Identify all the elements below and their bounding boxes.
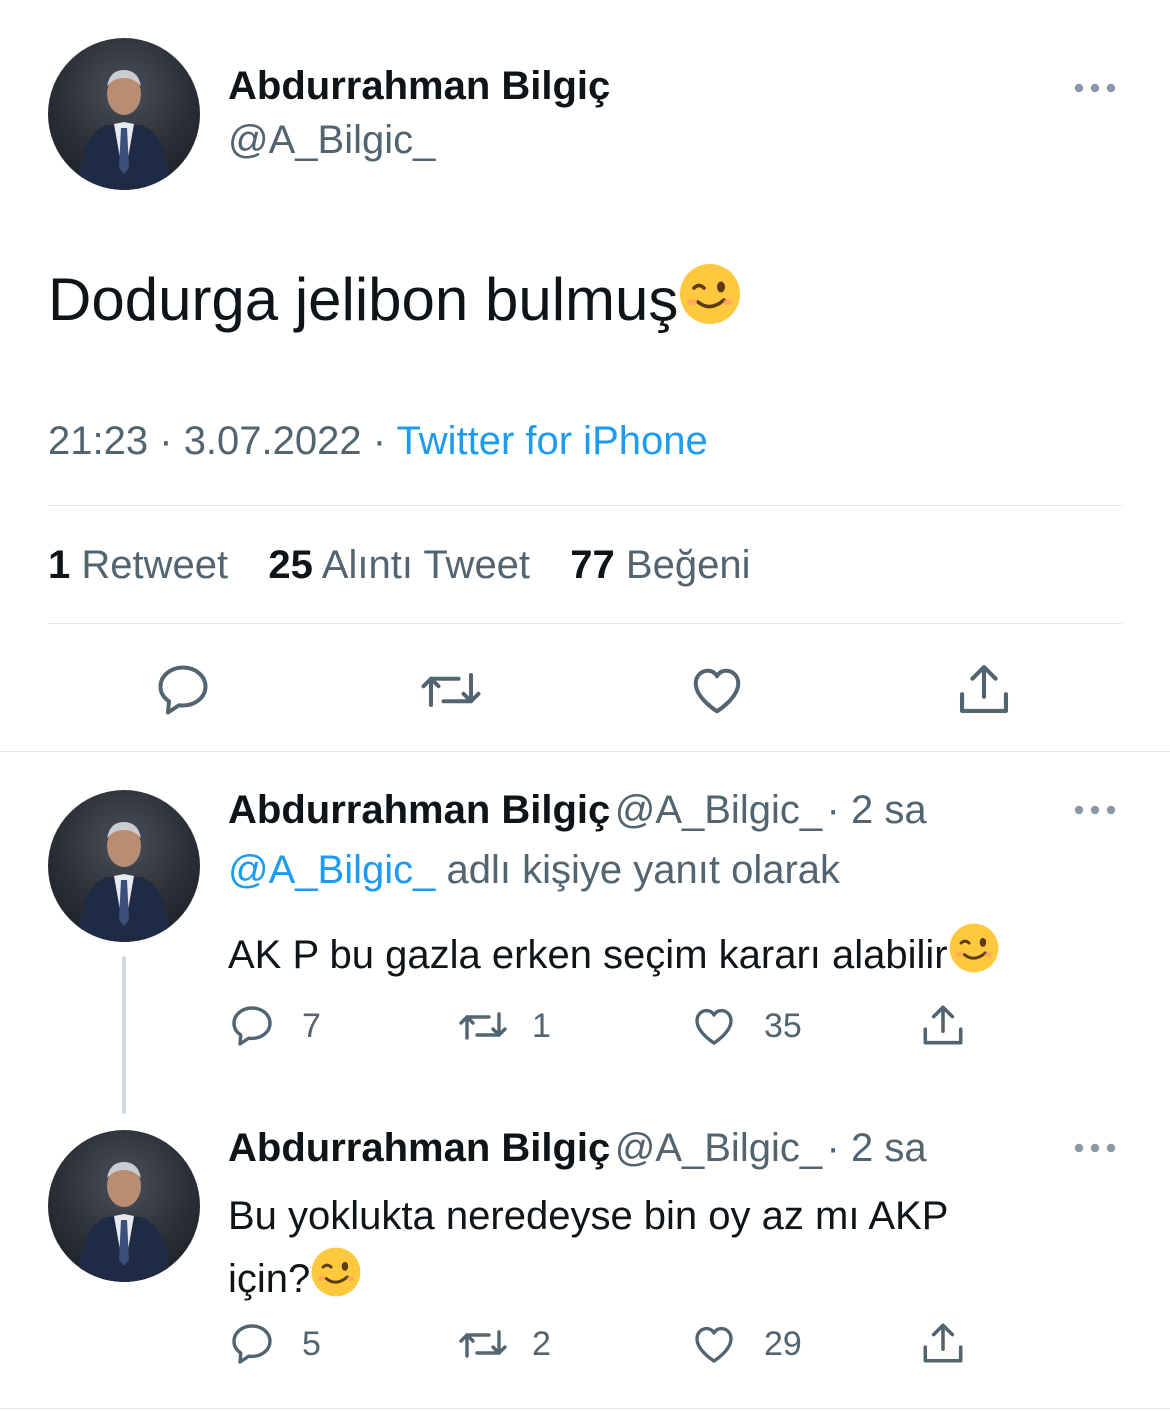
tweet-time[interactable]: 21:23 [48, 419, 148, 463]
divider [0, 1408, 1170, 1409]
tweet-date[interactable]: 3.07.2022 [184, 419, 362, 463]
retweet-count: 1 [532, 1007, 551, 1045]
thread-line [122, 956, 126, 1114]
tweet-stats: 1 Retweet 25 Alıntı Tweet 77 Beğeni [48, 543, 750, 588]
reply-icon[interactable] [228, 1320, 276, 1368]
reply-icon[interactable] [228, 1002, 276, 1050]
like-count: 35 [764, 1007, 802, 1045]
retweet-icon[interactable] [456, 1320, 510, 1368]
meta-separator: · [159, 419, 173, 463]
replying-to-text: adlı kişiye yanıt olarak [446, 848, 841, 892]
reply-count: 7 [302, 1007, 321, 1045]
winking-face-icon [948, 922, 1000, 984]
avatar-photo [78, 70, 170, 190]
retweet-count: 2 [532, 1325, 551, 1363]
replying-to: @A_Bilgic_ adlı kişiye yanıt olarak [228, 848, 840, 893]
retweet-icon[interactable] [418, 660, 484, 720]
like-icon[interactable] [689, 1320, 739, 1368]
like-icon[interactable] [686, 660, 748, 720]
more-options-icon[interactable] [1073, 1138, 1117, 1158]
avatar[interactable] [48, 1130, 200, 1282]
reply-text-content: için? [228, 1257, 311, 1301]
like-icon[interactable] [689, 1002, 739, 1050]
author-name[interactable]: Abdurrahman Bilgiç [228, 64, 610, 109]
retweet-icon[interactable] [456, 1002, 510, 1050]
reply-text-line: Bu yoklukta neredeyse bin oy az mı AKP [228, 1194, 949, 1238]
tweet-text: Dodurga jelibon bulmuş [48, 262, 742, 340]
reply-icon[interactable] [153, 660, 213, 720]
retweet-stat[interactable]: 1 Retweet [48, 543, 228, 587]
author-handle[interactable]: @A_Bilgic_ [615, 1126, 822, 1170]
reply-count: 5 [302, 1325, 321, 1363]
winking-face-icon [678, 262, 742, 340]
share-icon[interactable] [917, 1000, 969, 1050]
stat-label: Retweet [81, 543, 229, 587]
stat-count: 77 [570, 543, 615, 587]
stat-label: Beğeni [625, 543, 751, 587]
author-name[interactable]: Abdurrahman Bilgiç [228, 1126, 610, 1170]
avatar[interactable] [48, 38, 200, 190]
author-handle[interactable]: @A_Bilgic_ [615, 788, 822, 832]
like-stat[interactable]: 77 Beğeni [570, 543, 750, 587]
more-options-icon[interactable] [1073, 78, 1117, 98]
winking-face-icon [310, 1246, 362, 1315]
author-handle[interactable]: @A_Bilgic_ [228, 118, 435, 163]
reply-text: Bu yoklukta neredeyse bin oy az mı AKP i… [228, 1186, 948, 1315]
reply-header: Abdurrahman Bilgiç @A_Bilgic_ · 2 sa [228, 1126, 927, 1171]
divider [48, 623, 1122, 624]
avatar-photo [78, 1162, 170, 1282]
share-icon[interactable] [917, 1318, 969, 1368]
reply-text-content: AK P bu gazla erken seçim kararı alabili… [228, 933, 948, 977]
tweet-text-content: Dodurga jelibon bulmuş [48, 266, 679, 333]
tweet-meta: 21:23 · 3.07.2022 · Twitter for iPhone [48, 419, 708, 464]
share-icon[interactable] [952, 658, 1016, 720]
avatar[interactable] [48, 790, 200, 942]
author-name[interactable]: Abdurrahman Bilgiç [228, 788, 610, 832]
stat-label: Alıntı Tweet [321, 543, 531, 587]
avatar-photo [78, 822, 170, 942]
reply-text-line: için? [228, 1246, 948, 1315]
divider [48, 505, 1122, 506]
tweet-source[interactable]: Twitter for iPhone [396, 419, 707, 463]
stat-count: 25 [268, 543, 313, 587]
reply-header: Abdurrahman Bilgiç @A_Bilgic_ · 2 sa [228, 788, 927, 833]
reply-text: AK P bu gazla erken seçim kararı alabili… [228, 922, 1000, 984]
divider [0, 751, 1170, 752]
more-options-icon[interactable] [1073, 800, 1117, 820]
reply-time[interactable]: · 2 sa [827, 788, 927, 832]
quote-tweet-stat[interactable]: 25 Alıntı Tweet [268, 543, 530, 587]
stat-count: 1 [48, 543, 71, 587]
reply-time[interactable]: · 2 sa [827, 1126, 927, 1170]
like-count: 29 [764, 1325, 802, 1363]
replying-to-handle[interactable]: @A_Bilgic_ [228, 848, 435, 892]
meta-separator: · [372, 419, 387, 463]
